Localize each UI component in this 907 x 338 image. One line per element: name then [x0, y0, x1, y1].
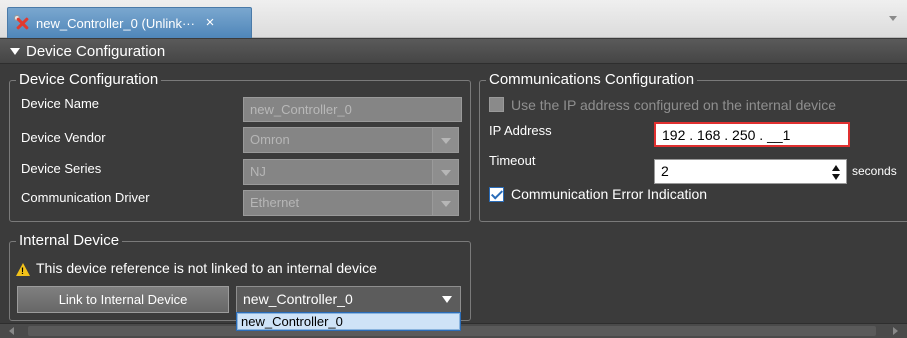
- device-vendor-label: Device Vendor: [21, 130, 106, 145]
- communication-driver-value: Ethernet: [250, 195, 300, 210]
- internal-device-value: new_Controller_0: [243, 291, 353, 307]
- communications-configuration-group: Communications Configuration Use the IP …: [479, 71, 907, 222]
- timeout-label: Timeout: [489, 153, 536, 168]
- device-vendor-select: Omron: [243, 127, 459, 153]
- device-name-label: Device Name: [21, 96, 100, 111]
- use-ip-checkbox: [489, 97, 504, 112]
- timeout-stepper[interactable]: 2: [654, 159, 847, 184]
- editor-tab-strip: new_Controller_0 (Unlink··· ×: [0, 0, 907, 38]
- device-series-label: Device Series: [21, 161, 102, 176]
- device-name-field: new_Controller_0: [243, 97, 462, 122]
- tab-new-controller[interactable]: new_Controller_0 (Unlink··· ×: [7, 7, 252, 38]
- tab-title: new_Controller_0 (Unlink···: [36, 15, 195, 31]
- chevron-down-icon: [432, 191, 458, 215]
- caret-down-icon: [10, 47, 20, 55]
- offline-controller-icon: [14, 15, 30, 31]
- chevron-down-icon: [432, 128, 458, 152]
- link-warning-text: This device reference is not linked to a…: [36, 260, 377, 276]
- chevron-down-icon[interactable]: [434, 287, 460, 312]
- scroll-left-icon[interactable]: [9, 327, 14, 335]
- scroll-right-icon[interactable]: [893, 327, 898, 335]
- group-title: Internal Device: [16, 232, 123, 249]
- section-title: Device Configuration: [26, 42, 166, 60]
- communication-error-checkbox[interactable]: [489, 187, 504, 202]
- timeout-unit-label: seconds: [852, 164, 897, 178]
- group-title: Communications Configuration: [486, 71, 698, 88]
- section-header-device-configuration[interactable]: Device Configuration: [0, 39, 907, 64]
- use-ip-label: Use the IP address configured on the int…: [511, 97, 837, 113]
- ip-address-label: IP Address: [489, 123, 552, 138]
- communication-error-label: Communication Error Indication: [511, 186, 708, 202]
- device-series-value: NJ: [250, 164, 266, 179]
- device-series-select: NJ: [243, 159, 459, 185]
- chevron-down-icon: [432, 160, 458, 184]
- communication-driver-label: Communication Driver: [21, 190, 150, 205]
- timeout-value: 2: [661, 163, 669, 179]
- warning-icon: !: [16, 263, 30, 276]
- spinner-icon[interactable]: [832, 163, 842, 181]
- group-title: Device Configuration: [16, 71, 162, 88]
- internal-device-group: Internal Device ! This device reference …: [9, 232, 471, 321]
- internal-device-dropdown-list: new_Controller_0: [236, 312, 461, 331]
- link-to-internal-device-button[interactable]: Link to Internal Device: [17, 286, 229, 313]
- close-icon[interactable]: ×: [203, 15, 217, 30]
- ip-address-field[interactable]: 192 . 168 . 250 . __1: [654, 122, 850, 147]
- communication-driver-select: Ethernet: [243, 190, 459, 216]
- device-configuration-group: Device Configuration Device Name new_Con…: [9, 71, 471, 222]
- tab-overflow-icon[interactable]: [889, 16, 897, 21]
- device-vendor-value: Omron: [250, 132, 290, 147]
- internal-device-select[interactable]: new_Controller_0: [236, 286, 461, 313]
- dropdown-option-new-controller[interactable]: new_Controller_0: [237, 313, 460, 330]
